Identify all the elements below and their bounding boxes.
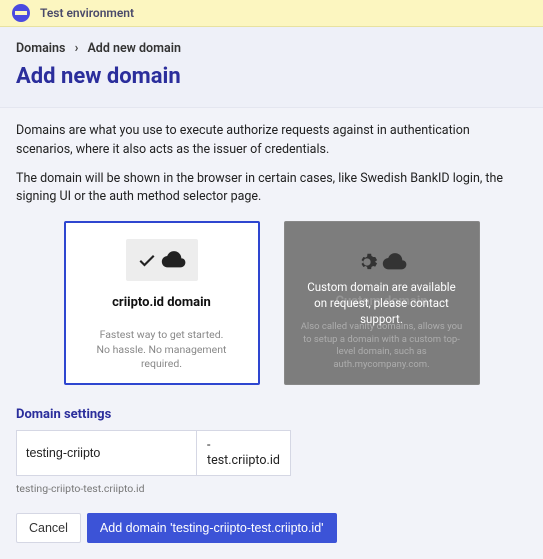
domain-input-row: -test.criipto.id <box>16 430 256 476</box>
button-row: Cancel Add domain 'testing-criipto-test.… <box>16 513 527 543</box>
main-section: Domains are what you use to execute auth… <box>0 107 543 559</box>
add-domain-button[interactable]: Add domain 'testing-criipto-test.criipto… <box>87 513 337 543</box>
description-2: The domain will be shown in the browser … <box>16 170 527 208</box>
criipto-card-sub1: Fastest way to get started. <box>100 328 224 342</box>
cancel-button[interactable]: Cancel <box>16 513 81 543</box>
custom-card-overlay-text: Custom domain are available on request, … <box>303 279 461 327</box>
criipto-icon-box <box>126 239 198 281</box>
domain-suffix: -test.criipto.id <box>197 430 291 476</box>
chevron-right-icon: › <box>75 41 79 56</box>
criipto-domain-card[interactable]: criipto.id domain Fastest way to get sta… <box>64 221 260 385</box>
custom-card-overlay: Custom domain are available on request, … <box>285 222 479 384</box>
env-banner-text: Test environment <box>40 6 134 20</box>
breadcrumb: Domains › Add new domain <box>0 27 543 64</box>
domain-settings-label: Domain settings <box>16 407 527 422</box>
criipto-card-title: criipto.id domain <box>112 295 211 310</box>
domain-preview: testing-criipto-test.criipto.id <box>16 482 527 495</box>
cloud-icon <box>161 250 187 270</box>
criipto-card-sub2: No hassle. No management required. <box>78 343 246 371</box>
description-1: Domains are what you use to execute auth… <box>16 122 527 160</box>
env-banner: Test environment <box>0 0 543 27</box>
domain-name-input[interactable] <box>16 430 197 476</box>
breadcrumb-current: Add new domain <box>87 41 180 56</box>
logo-icon <box>12 4 30 22</box>
domain-type-cards: criipto.id domain Fastest way to get sta… <box>16 221 527 385</box>
custom-domain-card: Custom domain Also called vanity domains… <box>284 221 480 385</box>
check-icon <box>137 250 157 270</box>
page-title: Add new domain <box>0 64 543 107</box>
breadcrumb-root[interactable]: Domains <box>16 41 65 56</box>
